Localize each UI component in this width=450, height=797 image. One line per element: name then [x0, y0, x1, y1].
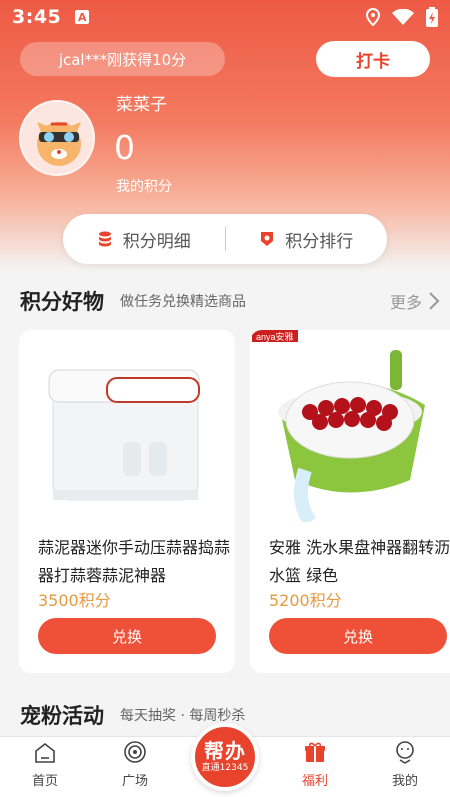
tab-welfare[interactable]: 福利	[270, 737, 360, 797]
tab-home[interactable]: 首页	[0, 737, 90, 797]
location-icon	[366, 8, 380, 26]
home-icon	[35, 742, 55, 763]
tab-home-label: 首页	[31, 774, 58, 789]
ranking-badge-icon	[261, 232, 274, 246]
more-link[interactable]: 更多	[390, 289, 440, 313]
goods-section-title: 积分好物	[20, 290, 104, 314]
activity-section-title: 宠粉活动	[20, 704, 104, 728]
points-ranking-label: 积分排行	[285, 231, 354, 252]
points-detail-label: 积分明细	[122, 231, 191, 252]
product-name: 蒜泥器迷你手动压蒜器捣蒜器打蒜蓉蒜泥神器	[38, 538, 231, 585]
battery-icon	[426, 7, 438, 27]
help-center-title: 帮办	[204, 739, 246, 763]
product-card-fruit-basket[interactable]: anya安雅 安雅 洗水果盘神器翻转沥水篮 绿色 5200积分 兑换	[250, 330, 450, 673]
product-price: 5200积分	[269, 591, 342, 610]
points-tabs-pill: 积分明细 积分排行	[63, 214, 387, 264]
points-detail-button[interactable]: 积分明细	[63, 227, 225, 252]
points-ranking-button[interactable]: 积分排行	[226, 227, 388, 252]
square-icon	[124, 741, 146, 763]
points-notice-banner: jcal***刚获得10分	[20, 42, 225, 76]
chevron-right-icon	[429, 292, 440, 310]
checkin-button[interactable]: 打卡	[316, 41, 430, 77]
avatar[interactable]	[19, 100, 95, 176]
help-center-badge[interactable]: 帮办 直通12345	[191, 723, 259, 791]
goods-section-subtitle: 做任务兑换精选商品	[120, 294, 246, 310]
tab-square-label: 广场	[121, 774, 148, 789]
points-value: 0	[114, 128, 135, 167]
app-notification-icon: A	[75, 10, 90, 24]
points-label: 我的积分	[116, 179, 172, 195]
status-time: 3:45	[12, 6, 62, 28]
goods-section-header: 积分好物 做任务兑换精选商品 更多	[20, 286, 440, 316]
brand-tag: anya安雅	[256, 331, 294, 342]
garlic-press-image	[48, 369, 200, 501]
help-center-subtitle: 直通12345	[201, 763, 249, 773]
tab-mine[interactable]: 我的	[360, 737, 450, 797]
redeem-button[interactable]: 兑换	[38, 618, 216, 654]
database-icon	[98, 231, 111, 247]
tab-help-center[interactable]: 帮办 直通12345	[180, 723, 270, 797]
tab-mine-label: 我的	[391, 774, 418, 789]
activity-section-subtitle: 每天抽奖 · 每周秒杀	[120, 708, 246, 724]
wifi-icon	[392, 9, 414, 25]
product-card-garlic-press[interactable]: 蒜泥器迷你手动压蒜器捣蒜器打蒜蓉蒜泥神器 3500积分 兑换	[19, 330, 235, 673]
tab-welfare-label: 福利	[301, 774, 328, 789]
product-image	[19, 330, 235, 522]
fruit-basket-image: anya安雅	[252, 330, 425, 526]
tab-square[interactable]: 广场	[90, 737, 180, 797]
profile-icon	[396, 741, 414, 764]
username: 菜菜子	[116, 95, 167, 115]
redeem-button[interactable]: 兑换	[269, 618, 447, 654]
more-label: 更多	[389, 293, 422, 312]
product-price: 3500积分	[38, 591, 111, 610]
product-image: anya安雅	[250, 330, 450, 526]
bottom-tab-bar: 首页 广场 帮办 直通12345 福利 我的	[0, 723, 450, 797]
status-bar: 3:45 A	[0, 0, 450, 34]
gift-icon	[305, 742, 325, 762]
product-name: 安雅 洗水果盘神器翻转沥水篮 绿色	[269, 538, 450, 585]
